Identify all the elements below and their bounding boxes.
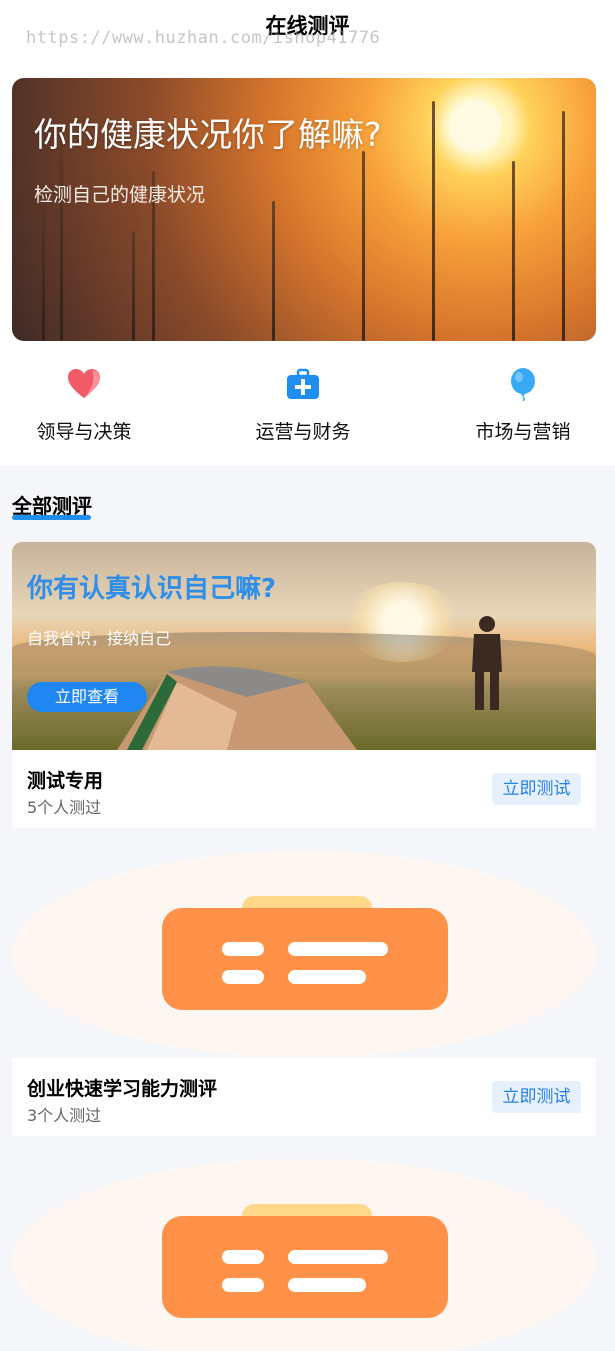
grass-stalk bbox=[432, 101, 435, 341]
start-test-button[interactable]: 立即测试 bbox=[492, 773, 581, 805]
promo-title: 你有认真认识自己嘛? bbox=[27, 574, 277, 604]
test-card[interactable]: 创业快速学习能力测评 3个人测过 立即测试 bbox=[12, 1058, 596, 1136]
promo-banner[interactable]: 你有认真认识自己嘛? 自我省识，接纳自己 立即查看 bbox=[12, 542, 596, 750]
hiker-image bbox=[472, 616, 502, 710]
grass-stalk bbox=[132, 231, 135, 341]
test-title: 测试专用 bbox=[27, 770, 104, 792]
category-operations[interactable]: 运营与财务 bbox=[233, 366, 373, 444]
category-row: 领导与决策 运营与财务 市场与营销 bbox=[0, 366, 615, 452]
test-title: 创业快速学习能力测评 bbox=[27, 1078, 218, 1100]
grass-stalk bbox=[512, 161, 515, 341]
grass-stalk bbox=[60, 141, 63, 341]
balloon-icon bbox=[511, 368, 535, 402]
category-leadership[interactable]: 领导与决策 bbox=[14, 366, 154, 444]
banner-subtitle: 检测自己的健康状况 bbox=[34, 184, 206, 206]
test-count: 3个人测过 bbox=[27, 1106, 102, 1125]
category-label: 运营与财务 bbox=[255, 421, 351, 443]
promo-subtitle: 自我省识，接纳自己 bbox=[27, 629, 172, 648]
test-card[interactable]: 测试专用 5个人测过 立即测试 bbox=[12, 750, 596, 828]
header: 在线测评 https://www.huzhan.com/ishop41776 你… bbox=[0, 0, 615, 466]
category-label: 领导与决策 bbox=[36, 421, 132, 443]
view-now-button[interactable]: 立即查看 bbox=[27, 682, 147, 712]
clipboard-icon bbox=[162, 1204, 448, 1318]
start-test-button[interactable]: 立即测试 bbox=[492, 1081, 581, 1113]
grass-stalk bbox=[562, 111, 565, 341]
grass-stalk bbox=[272, 201, 275, 341]
health-banner[interactable]: 你的健康状况你了解嘛? 检测自己的健康状况 bbox=[12, 78, 596, 341]
clipboard-icon bbox=[162, 896, 448, 1010]
test-cover[interactable] bbox=[12, 851, 596, 1057]
grass-stalk bbox=[362, 151, 365, 341]
test-count: 5个人测过 bbox=[27, 798, 102, 817]
heart-icon bbox=[68, 369, 100, 398]
section-underline bbox=[12, 515, 91, 520]
category-label: 市场与营销 bbox=[475, 421, 571, 443]
test-cover[interactable] bbox=[12, 1159, 596, 1351]
first-aid-kit-icon bbox=[287, 368, 319, 399]
watermark: https://www.huzhan.com/ishop41776 bbox=[26, 28, 381, 48]
grass-stalk bbox=[42, 191, 45, 341]
banner-title: 你的健康状况你了解嘛? bbox=[34, 115, 382, 154]
sun-image bbox=[440, 86, 510, 166]
category-marketing[interactable]: 市场与营销 bbox=[453, 366, 593, 444]
